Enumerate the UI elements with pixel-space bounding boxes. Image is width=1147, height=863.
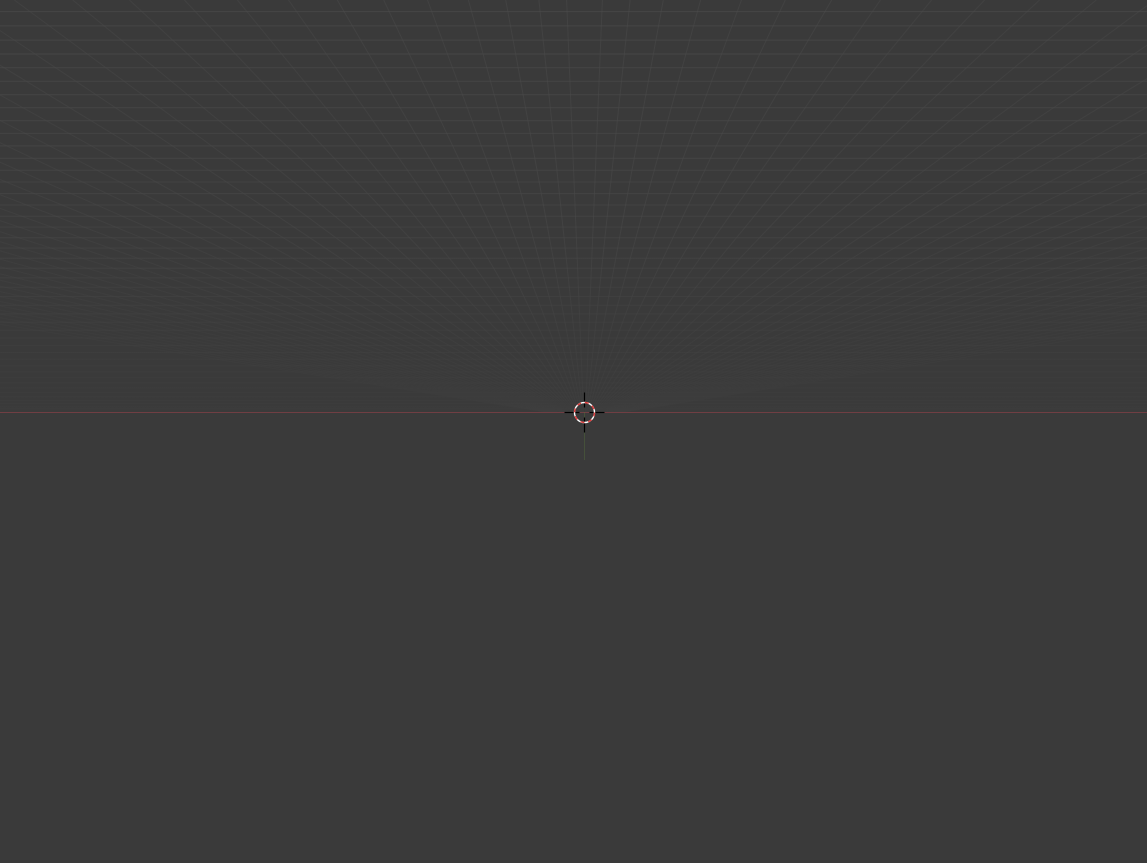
viewport-canvas[interactable] [0,0,1147,863]
3d-viewport[interactable] [0,0,1147,863]
grid-distance-fade [0,0,1147,413]
